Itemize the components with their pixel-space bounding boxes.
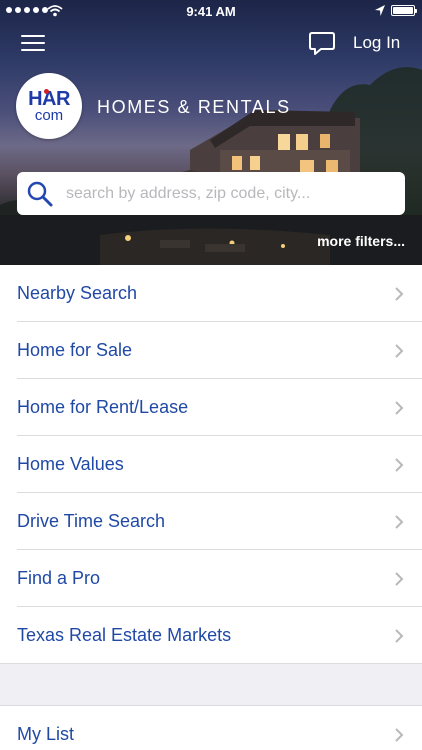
search-bar[interactable] [17,172,405,215]
battery-icon [391,5,417,16]
har-logo: HAR com [16,73,82,139]
menu-item-label: Home for Rent/Lease [17,397,189,417]
menu-item-label: Find a Pro [17,568,101,588]
hamburger-icon [21,35,45,37]
chevron-right-icon [395,728,404,742]
menu-item-home-for-sale[interactable]: Home for Sale [0,322,422,379]
menu-item-drive-time-search[interactable]: Drive Time Search [0,493,422,550]
chevron-right-icon [395,458,404,472]
chevron-right-icon [395,287,404,301]
menu-item-my-list[interactable]: My List [0,706,422,750]
menu-item-home-values[interactable]: Home Values [0,436,422,493]
status-time: 9:41 AM [186,4,236,19]
menu-item-find-a-pro[interactable]: Find a Pro [0,550,422,607]
menu-item-label: Drive Time Search [17,511,166,531]
more-filters-link[interactable]: more filters... [317,233,405,249]
location-arrow-icon [375,5,385,16]
logo-dot [44,89,49,94]
chevron-right-icon [395,401,404,415]
menu-item-label: Home for Sale [17,340,133,360]
main-menu-list: Nearby Search Home for Sale Home for Ren… [0,265,422,750]
menu-item-label: Home Values [17,454,124,474]
login-button[interactable]: Log In [353,33,400,53]
chevron-right-icon [395,572,404,586]
chat-bubble-icon[interactable] [307,30,337,56]
search-input[interactable] [66,184,386,203]
menu-item-label: Nearby Search [17,283,138,303]
menu-item-nearby-search[interactable]: Nearby Search [0,265,422,322]
logo-com-text: com [34,106,64,124]
logo-har-text: HAR [28,87,70,110]
hamburger-menu-button[interactable] [19,30,47,56]
brand-title: HOMES & RENTALS [97,97,291,117]
menu-item-label: My List [17,724,75,744]
menu-item-home-for-rent-lease[interactable]: Home for Rent/Lease [0,379,422,436]
hero-banner: 9:41 AM Log In HAR com HOMES & RENTALS m… [0,0,422,265]
chevron-right-icon [395,344,404,358]
menu-item-label: Texas Real Estate Markets [17,625,232,645]
status-bar: 9:41 AM [0,0,422,22]
section-separator [0,664,422,706]
chevron-right-icon [395,515,404,529]
chevron-right-icon [395,629,404,643]
search-icon [27,181,53,206]
menu-item-texas-real-estate-markets[interactable]: Texas Real Estate Markets [0,607,422,664]
